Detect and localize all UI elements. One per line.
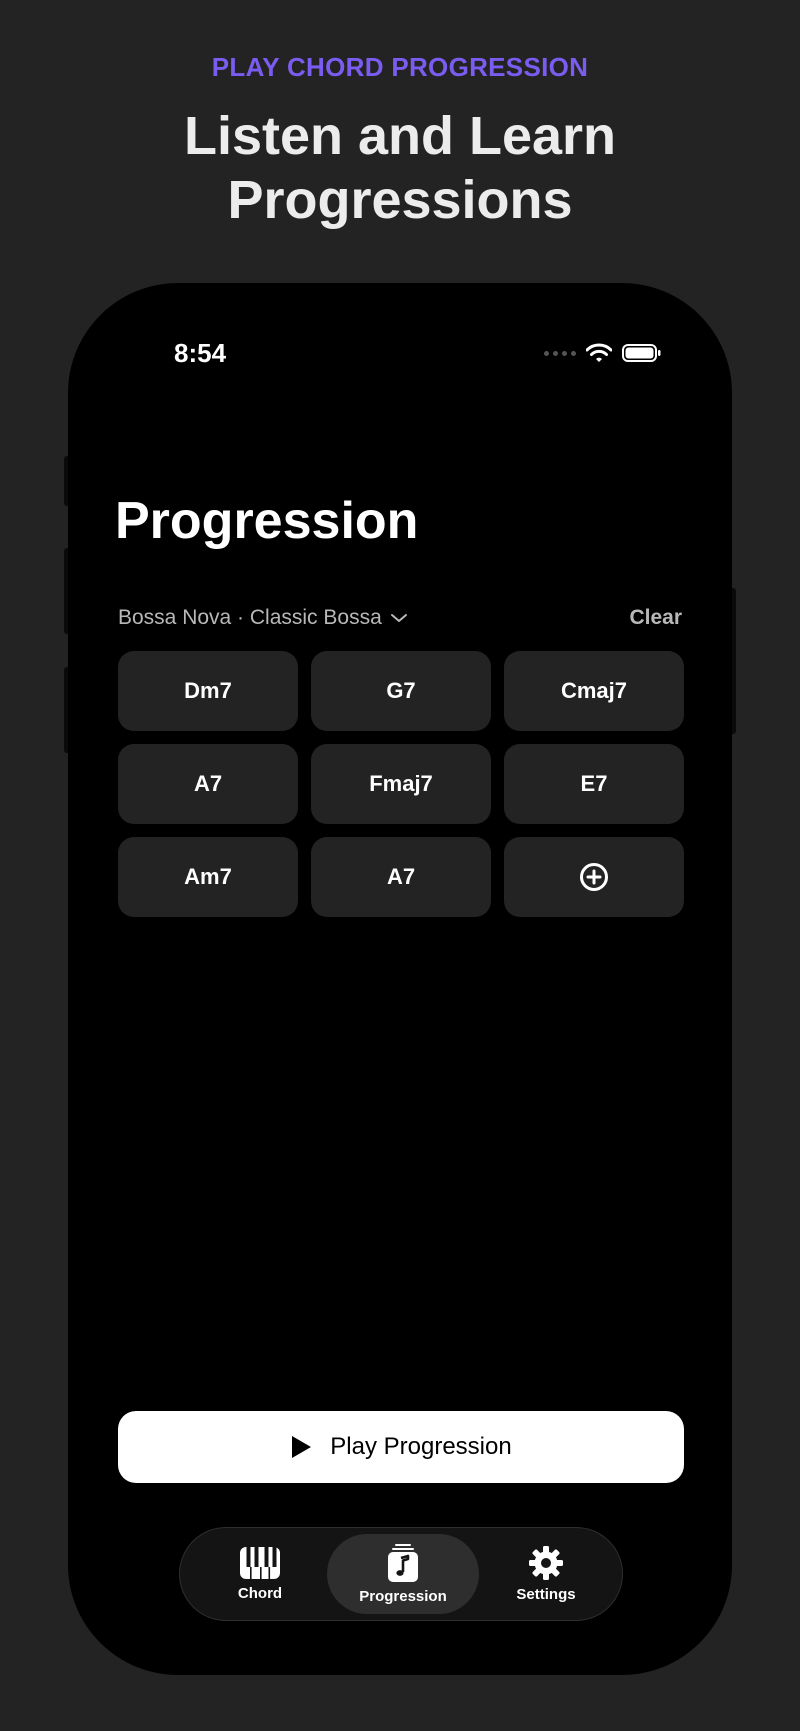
- chord-tile[interactable]: Dm7: [118, 651, 298, 731]
- chord-tile[interactable]: Am7: [118, 837, 298, 917]
- preset-selector[interactable]: Bossa Nova · Classic Bossa: [118, 606, 408, 630]
- wifi-icon: [586, 343, 612, 362]
- chevron-down-icon: [390, 614, 407, 622]
- tab-progression-label: Progression: [359, 1588, 447, 1605]
- add-chord-button[interactable]: [504, 837, 684, 917]
- music-note-icon: [388, 1544, 418, 1582]
- promo-headline-line2: Progressions: [227, 170, 573, 230]
- signal-dots-icon: [544, 350, 576, 356]
- piano-icon: [240, 1547, 280, 1579]
- chord-tile[interactable]: A7: [118, 744, 298, 824]
- phone-screen: 8:54 Progression Bossa Nova · Classic Bo…: [68, 283, 732, 1675]
- tab-progression[interactable]: Progression: [327, 1534, 479, 1614]
- plus-circle-icon: [580, 863, 608, 891]
- clear-button[interactable]: Clear: [629, 606, 682, 630]
- battery-icon: [622, 344, 661, 362]
- play-icon: [292, 1436, 312, 1458]
- chord-tile[interactable]: Cmaj7: [504, 651, 684, 731]
- chord-tile[interactable]: Fmaj7: [311, 744, 491, 824]
- chord-tile[interactable]: G7: [311, 651, 491, 731]
- promo-headline: Listen and Learn Progressions: [0, 104, 800, 232]
- gear-icon: [529, 1546, 563, 1580]
- tab-chord-label: Chord: [237, 1585, 283, 1602]
- status-time: 8:54: [174, 338, 227, 368]
- tab-bar: Chord Progression Settings: [179, 1527, 623, 1621]
- preset-label: Bossa Nova · Classic Bossa: [118, 606, 382, 629]
- chord-grid: Dm7 G7 Cmaj7 A7 Fmaj7 E7 Am7 A7: [118, 651, 684, 917]
- tab-chord[interactable]: Chord: [190, 1534, 330, 1614]
- play-progression-button[interactable]: Play Progression: [118, 1411, 684, 1483]
- chord-tile[interactable]: E7: [504, 744, 684, 824]
- promo-headline-line1: Listen and Learn: [183, 106, 617, 166]
- status-icons: [544, 343, 662, 363]
- chord-tile[interactable]: A7: [311, 837, 491, 917]
- page-title: Progression: [115, 492, 419, 550]
- tab-settings[interactable]: Settings: [476, 1534, 616, 1614]
- tab-settings-label: Settings: [516, 1586, 576, 1603]
- promo-eyebrow: PLAY CHORD PROGRESSION: [211, 52, 589, 82]
- play-progression-label: Play Progression: [330, 1433, 512, 1460]
